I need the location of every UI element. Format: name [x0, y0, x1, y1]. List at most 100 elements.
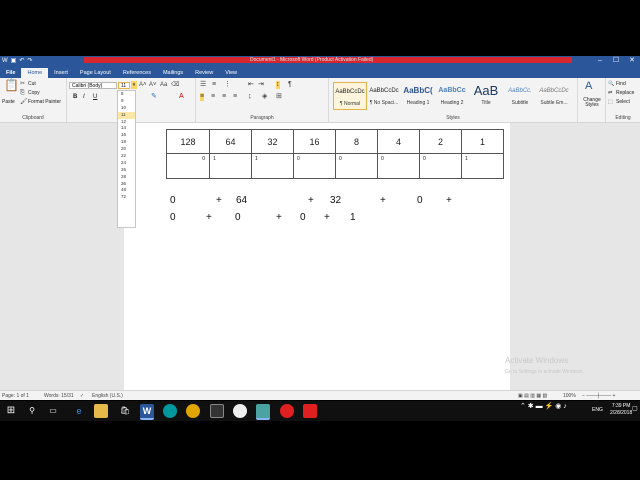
table-cell[interactable]: 0: [419, 153, 462, 179]
table-header-cell[interactable]: 16: [293, 129, 336, 154]
font-size-option[interactable]: 14: [118, 125, 135, 132]
app-red-icon[interactable]: [303, 404, 317, 418]
font-size-option[interactable]: 22: [118, 153, 135, 160]
table-cell[interactable]: 1: [251, 153, 294, 179]
find-button[interactable]: Find: [616, 81, 626, 87]
file-explorer-icon[interactable]: [94, 404, 108, 418]
table-header-cell[interactable]: 4: [377, 129, 420, 154]
snipping-tool-icon[interactable]: [256, 404, 270, 420]
table-header-cell[interactable]: 32: [251, 129, 294, 154]
font-size-option-selected[interactable]: 11: [118, 111, 135, 119]
font-size-box[interactable]: 11: [118, 82, 130, 89]
zoom-level[interactable]: 100%: [563, 392, 576, 400]
style-subtitle[interactable]: AaBbCc. Subtitle: [503, 82, 537, 110]
style-heading-1[interactable]: AaBbC( Heading 1: [401, 82, 435, 110]
table-header-cell[interactable]: 64: [209, 129, 252, 154]
style-subtle-emphasis[interactable]: AaBbCcDc Subtle Em...: [537, 82, 571, 110]
align-left-icon[interactable]: ≡: [200, 93, 205, 101]
align-center-icon[interactable]: ≡: [211, 93, 215, 101]
table-cell[interactable]: 1: [461, 153, 504, 179]
table-header-cell[interactable]: 128: [166, 129, 210, 154]
font-size-option[interactable]: 24: [118, 160, 135, 167]
page-count[interactable]: Page: 1 of 1: [2, 392, 29, 400]
table-cell[interactable]: 0: [293, 153, 336, 179]
tab-home[interactable]: Home: [21, 68, 49, 78]
font-size-option[interactable]: 16: [118, 132, 135, 139]
shrink-font-icon[interactable]: A˅: [149, 81, 157, 89]
tab-review[interactable]: Review: [189, 68, 219, 78]
font-size-option[interactable]: 48: [118, 187, 135, 194]
edge-icon[interactable]: e: [72, 404, 86, 418]
font-size-option[interactable]: 18: [118, 139, 135, 146]
increase-indent-icon[interactable]: ⇥: [258, 81, 264, 89]
numbering-icon[interactable]: ≡: [212, 81, 216, 89]
terminal-icon[interactable]: [210, 404, 224, 418]
font-name-box[interactable]: Calibri (Body): [69, 82, 117, 89]
tab-view[interactable]: View: [219, 68, 243, 78]
bullets-icon[interactable]: ☰: [200, 81, 206, 89]
bold-button[interactable]: B: [73, 94, 77, 100]
font-color-icon[interactable]: A: [179, 93, 184, 101]
table-header-cell[interactable]: 2: [419, 129, 462, 154]
font-size-option[interactable]: 9: [118, 98, 135, 105]
font-size-option[interactable]: 10: [118, 105, 135, 112]
table-header-cell[interactable]: 1: [461, 129, 504, 154]
select-button[interactable]: Select: [616, 99, 630, 105]
font-size-option[interactable]: 12: [118, 119, 135, 126]
table-cell[interactable]: 1: [209, 153, 252, 179]
sort-icon[interactable]: ↕: [276, 81, 280, 89]
font-size-option[interactable]: 28: [118, 174, 135, 181]
tab-file[interactable]: File: [0, 68, 22, 78]
minimize-button[interactable]: –: [592, 56, 608, 66]
font-size-option[interactable]: 72: [118, 194, 135, 201]
tray-icons[interactable]: ⌃ ✱ ▬ ⚡ ◉ ♪: [520, 403, 567, 410]
input-language[interactable]: ENG: [592, 407, 603, 414]
show-formatting-icon[interactable]: ¶: [288, 81, 292, 89]
maximize-button[interactable]: ☐: [608, 56, 624, 66]
justify-icon[interactable]: ≡: [233, 93, 237, 101]
grow-font-icon[interactable]: A˄: [139, 81, 147, 89]
multilevel-icon[interactable]: ⋮: [224, 81, 231, 89]
clock[interactable]: 7:39 PM 2/28/2018: [610, 403, 632, 417]
decrease-indent-icon[interactable]: ⇤: [248, 81, 254, 89]
font-size-option[interactable]: 26: [118, 167, 135, 174]
chrome-icon[interactable]: [186, 404, 200, 418]
line-spacing-icon[interactable]: ↨: [248, 93, 252, 101]
windows-start-icon[interactable]: ⊞: [4, 404, 18, 418]
table-cell[interactable]: 0: [335, 153, 378, 179]
format-painter-button[interactable]: Format Painter: [28, 99, 61, 105]
style-heading-2[interactable]: AaBbCc Heading 2: [435, 82, 469, 110]
shading-icon[interactable]: ◈: [262, 93, 267, 101]
save-icon[interactable]: ▣: [11, 56, 17, 66]
store-icon[interactable]: 🛍: [118, 404, 132, 418]
align-right-icon[interactable]: ≡: [222, 93, 226, 101]
zoom-slider[interactable]: − ───┼─── +: [582, 392, 615, 400]
search-icon[interactable]: ⚲: [25, 404, 39, 418]
word-count[interactable]: Words: 15/31: [44, 392, 74, 400]
table-header-cell[interactable]: 8: [335, 129, 378, 154]
table-cell[interactable]: 0: [166, 153, 210, 179]
document-page[interactable]: 128 64 32 16 8 4 2 1 0 1 1 0 0 0 0 1 0 +…: [124, 123, 510, 400]
table-cell[interactable]: 0: [377, 153, 420, 179]
tab-insert[interactable]: Insert: [48, 68, 74, 78]
style-no-spacing[interactable]: AaBbCcDc ¶ No Spaci...: [367, 82, 401, 110]
change-styles-button[interactable]: Change Styles: [580, 98, 604, 108]
underline-button[interactable]: U: [93, 94, 97, 100]
cut-button[interactable]: Cut: [28, 81, 36, 87]
italic-button[interactable]: I: [83, 94, 85, 100]
tab-page-layout[interactable]: Page Layout: [74, 68, 117, 78]
clear-format-icon[interactable]: ⌫: [171, 81, 179, 89]
language[interactable]: English (U.S.): [92, 392, 123, 400]
undo-icon[interactable]: ↶: [19, 56, 24, 66]
arduino-icon[interactable]: [163, 404, 177, 418]
chevron-down-icon[interactable]: ▾: [131, 81, 137, 89]
opera-icon[interactable]: [280, 404, 294, 418]
close-button[interactable]: ✕: [624, 56, 640, 66]
borders-icon[interactable]: ⊞: [276, 93, 282, 101]
paste-button[interactable]: Paste: [2, 99, 15, 105]
view-buttons-icon[interactable]: ▣ ▤ ▥ ▦ ▧: [518, 392, 547, 400]
notification-icon[interactable]: ▢: [632, 406, 638, 413]
replace-button[interactable]: Replace: [616, 90, 634, 96]
copy-button[interactable]: Copy: [28, 90, 40, 96]
font-size-dropdown[interactable]: 8 9 10 11 12 14 16 18 20 22 24 26 28 36 …: [117, 90, 136, 228]
